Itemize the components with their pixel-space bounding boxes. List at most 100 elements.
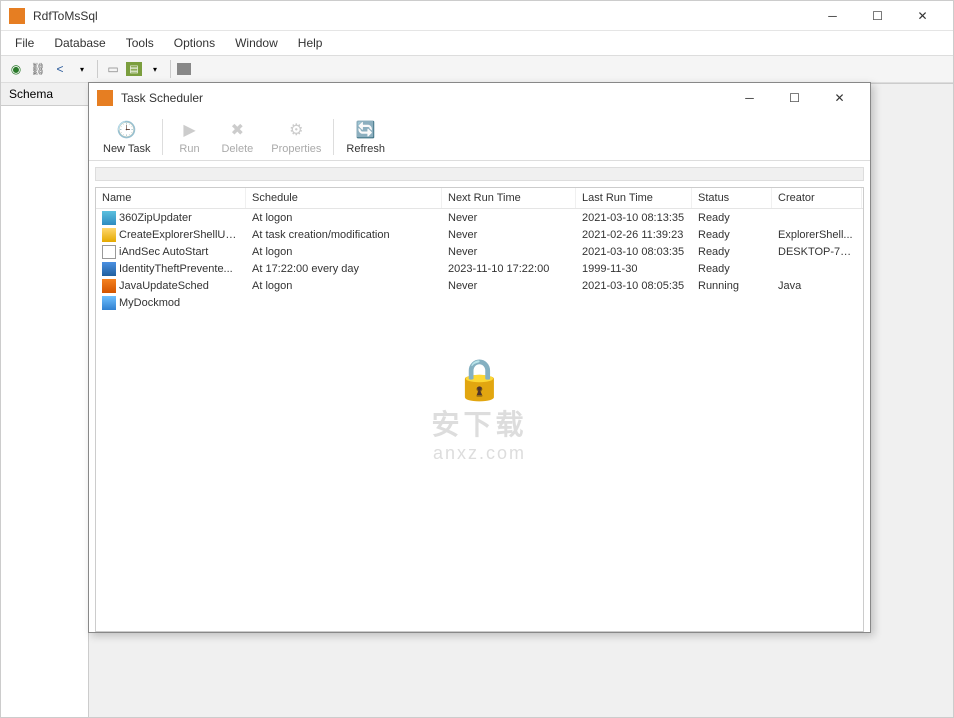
cell-status: Ready [692,245,772,259]
separator [162,119,163,155]
task-icon [102,211,116,225]
spacer-bar [95,167,864,181]
task-icon [102,296,116,310]
table-header: Name Schedule Next Run Time Last Run Tim… [96,188,863,209]
cell-schedule: At 17:22:00 every day [246,262,442,276]
tool-icon-4[interactable]: ▤ [126,62,142,76]
cell-creator [772,302,862,304]
col-last[interactable]: Last Run Time [576,188,692,208]
watermark-sub: anxz.com [431,443,527,464]
dialog-toolbar: 🕒 New Task ▶ Run ✖ Delete ⚙ Properties 🔄… [89,113,870,161]
watermark-text: 安下载 [431,403,527,443]
app-title: RdfToMsSql [33,9,810,23]
cell-schedule: At logon [246,279,442,293]
new-task-label: New Task [103,143,150,155]
col-status[interactable]: Status [692,188,772,208]
cell-last: 2021-03-10 08:13:35 [576,211,692,225]
task-table[interactable]: Name Schedule Next Run Time Last Run Tim… [95,187,864,632]
table-row[interactable]: 360ZipUpdaterAt logonNever2021-03-10 08:… [96,209,863,226]
cell-next: Never [442,279,576,293]
cell-schedule: At task creation/modification [246,228,442,242]
dialog-title: Task Scheduler [121,91,727,105]
cell-status [692,302,772,304]
cell-next: Never [442,211,576,225]
cell-name: CreateExplorerShellUn... [96,227,246,243]
tool-icon-1[interactable]: ◉ [7,60,25,78]
menu-options[interactable]: Options [164,33,225,53]
cell-creator [772,268,862,270]
schema-tab[interactable]: Schema [1,83,88,106]
run-label: Run [179,143,199,155]
table-row[interactable]: MyDockmod [96,294,863,311]
cell-last: 2021-02-26 11:39:23 [576,228,692,242]
task-icon [102,262,116,276]
properties-button: ⚙ Properties [263,116,329,157]
cell-creator: Java [772,279,862,293]
minimize-button[interactable]: ─ [810,2,855,30]
table-row[interactable]: IdentityTheftPrevente...At 17:22:00 ever… [96,260,863,277]
cell-name: MyDockmod [96,295,246,311]
new-task-button[interactable]: 🕒 New Task [95,116,158,157]
col-next[interactable]: Next Run Time [442,188,576,208]
cell-status: Ready [692,211,772,225]
share-icon[interactable]: < [51,60,69,78]
close-button[interactable]: ✕ [900,2,945,30]
cell-status: Ready [692,262,772,276]
delete-label: Delete [221,143,253,155]
col-creator[interactable]: Creator [772,188,862,208]
sidebar: Schema [1,83,89,717]
tool-icon-2[interactable]: ⛓ [29,60,47,78]
cell-schedule: At logon [246,245,442,259]
cell-schedule [246,302,442,304]
delete-button: ✖ Delete [213,116,261,157]
cell-status: Ready [692,228,772,242]
cell-next [442,302,576,304]
dialog-icon [97,90,113,106]
cell-schedule: At logon [246,211,442,225]
dropdown-icon-2[interactable]: ▾ [146,60,164,78]
tool-icon-5[interactable] [177,63,191,75]
watermark: 🔒 安下载 anxz.com [431,356,527,464]
cell-creator [772,217,862,219]
cell-name: JavaUpdateSched [96,278,246,294]
cell-last: 1999-11-30 [576,262,692,276]
dialog-close-button[interactable]: ✕ [817,84,862,112]
main-toolbar: ◉ ⛓ < ▾ ▭ ▤ ▾ [1,55,953,83]
refresh-label: Refresh [346,143,385,155]
dialog-maximize-button[interactable]: ☐ [772,84,817,112]
dropdown-icon[interactable]: ▾ [73,60,91,78]
cell-last: 2021-03-10 08:05:35 [576,279,692,293]
separator [97,60,98,78]
menubar: File Database Tools Options Window Help [1,31,953,55]
col-schedule[interactable]: Schedule [246,188,442,208]
dialog-titlebar: Task Scheduler ─ ☐ ✕ [89,83,870,113]
cell-last: 2021-03-10 08:03:35 [576,245,692,259]
maximize-button[interactable]: ☐ [855,2,900,30]
cell-creator: ExplorerShell... [772,228,862,242]
menu-window[interactable]: Window [225,33,288,53]
cell-status: Running [692,279,772,293]
refresh-button[interactable]: 🔄 Refresh [338,116,393,157]
table-row[interactable]: JavaUpdateSchedAt logonNever2021-03-10 0… [96,277,863,294]
properties-icon: ⚙ [284,118,308,142]
menu-help[interactable]: Help [288,33,333,53]
separator [333,119,334,155]
task-scheduler-dialog: Task Scheduler ─ ☐ ✕ 🕒 New Task ▶ Run ✖ … [88,82,871,633]
tool-icon-3[interactable]: ▭ [104,60,122,78]
menu-tools[interactable]: Tools [116,33,164,53]
delete-icon: ✖ [225,118,249,142]
refresh-icon: 🔄 [354,118,378,142]
cell-name: iAndSec AutoStart [96,244,246,260]
menu-file[interactable]: File [5,33,44,53]
app-icon [9,8,25,24]
run-button: ▶ Run [167,116,211,157]
table-row[interactable]: CreateExplorerShellUn...At task creation… [96,226,863,243]
table-row[interactable]: iAndSec AutoStartAt logonNever2021-03-10… [96,243,863,260]
dialog-minimize-button[interactable]: ─ [727,84,772,112]
col-name[interactable]: Name [96,188,246,208]
menu-database[interactable]: Database [44,33,115,53]
task-icon [102,279,116,293]
main-titlebar: RdfToMsSql ─ ☐ ✕ [1,1,953,31]
separator [170,60,171,78]
cell-name: 360ZipUpdater [96,210,246,226]
